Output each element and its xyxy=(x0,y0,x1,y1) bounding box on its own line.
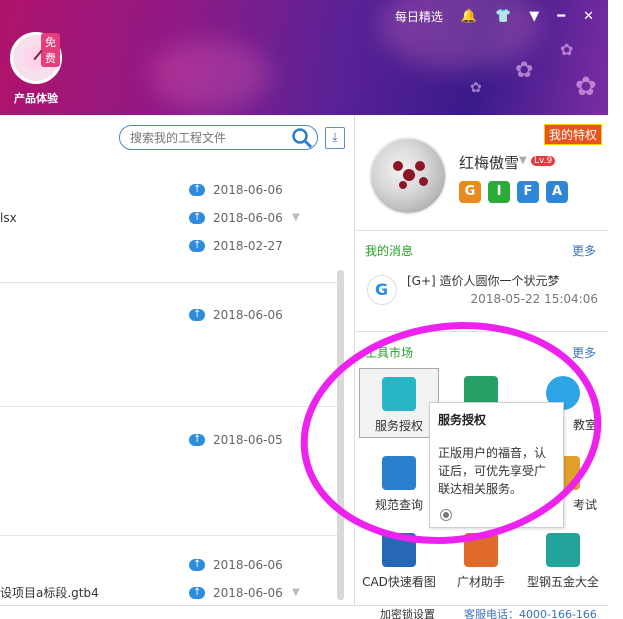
file-name: 建设项目a标段.gtb4 xyxy=(0,586,99,600)
file-date: 2018-06-06 xyxy=(213,183,283,197)
message-time: 2018-05-22 15:04:06 xyxy=(470,292,598,306)
file-row[interactable]: lsx 2018-06-06 ▼ xyxy=(0,206,330,230)
badge-i-icon[interactable]: I xyxy=(488,181,510,203)
messages-more-link[interactable]: 更多 xyxy=(572,242,596,259)
menu-down-icon[interactable]: ▼ xyxy=(529,9,539,24)
minimize-icon[interactable]: ━ xyxy=(557,9,565,24)
file-date: 2018-02-27 xyxy=(213,239,283,253)
cloud-upload-icon[interactable] xyxy=(189,206,205,230)
download-icon[interactable]: ⤓ xyxy=(325,127,345,149)
level-badge: Lv.9 xyxy=(531,156,556,166)
chevron-down-icon[interactable]: ▼ xyxy=(519,155,527,166)
divider xyxy=(0,282,340,283)
file-date: 2018-06-06 xyxy=(213,211,283,225)
steel-icon xyxy=(546,533,580,567)
badge-f-icon[interactable]: F xyxy=(517,181,539,203)
decor-flower-icon: ✿ xyxy=(575,72,597,102)
file-row[interactable]: 2018-06-06 xyxy=(0,553,330,577)
file-date: 2018-06-06 xyxy=(213,586,283,600)
file-row[interactable]: 2018-06-06 xyxy=(0,178,330,202)
chevron-down-icon[interactable]: ▼ xyxy=(292,581,300,605)
window-edge xyxy=(608,0,623,619)
header-banner: ✿ ✿ ✿ ✿ 每日精选 🔔 👕 ▼ ━ ✕ 免费 产品体验 xyxy=(0,0,608,115)
search-box xyxy=(119,125,318,150)
badge-list: G I F A xyxy=(459,181,568,203)
shirt-icon[interactable]: 👕 xyxy=(495,9,511,24)
tool-label: 型钢五金大全 xyxy=(526,575,599,589)
privilege-badge[interactable]: 我的特权 xyxy=(543,124,602,145)
tool-steel-hardware[interactable]: 型钢五金大全 xyxy=(523,525,603,595)
service-phone: 客服电话：4000-166-166 xyxy=(464,608,597,619)
file-row[interactable]: 2018-02-27 xyxy=(0,234,330,258)
divider xyxy=(0,535,340,536)
tool-label: 广材助手 xyxy=(456,575,505,589)
cloud-upload-icon[interactable] xyxy=(189,553,205,577)
free-badge: 免费 xyxy=(41,33,60,67)
top-toolbar: 每日精选 🔔 👕 ▼ ━ ✕ xyxy=(395,8,594,25)
decor-flower-icon: ✿ xyxy=(470,80,482,96)
file-date: 2018-06-06 xyxy=(213,558,283,572)
cloud-upload-icon[interactable] xyxy=(189,303,205,327)
divider xyxy=(355,230,609,231)
app-window: ✿ ✿ ✿ ✿ 每日精选 🔔 👕 ▼ ━ ✕ 免费 产品体验 ⤓ xyxy=(0,0,623,619)
search-icon[interactable] xyxy=(291,127,313,149)
file-row[interactable]: 2018-06-05 xyxy=(0,428,330,452)
file-name: lsx xyxy=(0,211,17,225)
cloud-upload-icon[interactable] xyxy=(189,581,205,605)
product-trial-label: 产品体验 xyxy=(14,92,58,105)
file-date: 2018-06-06 xyxy=(213,308,283,322)
close-icon[interactable]: ✕ xyxy=(583,9,594,24)
file-row[interactable]: 2018-06-06 xyxy=(0,303,330,327)
cloud-upload-icon[interactable] xyxy=(189,178,205,202)
status-bar: 加密锁设置 客服电话：4000-166-166 xyxy=(0,605,608,619)
avatar[interactable] xyxy=(369,137,447,215)
file-panel: ⤓ 2018-06-06 lsx 2018-06-06 ▼ 2018-02-27… xyxy=(0,115,353,605)
clock-icon: 免费 xyxy=(10,32,62,84)
cloud-upload-icon[interactable] xyxy=(189,428,205,452)
divider xyxy=(0,406,340,407)
badge-g-icon[interactable]: G xyxy=(459,181,481,203)
product-trial[interactable]: 免费 产品体验 xyxy=(8,32,64,106)
chevron-down-icon[interactable]: ▼ xyxy=(292,206,300,230)
decor-flower-icon: ✿ xyxy=(515,58,534,83)
badge-a-icon[interactable]: A xyxy=(546,181,568,203)
tools-more-link[interactable]: 更多 xyxy=(572,344,596,361)
glodon-g-icon xyxy=(367,275,397,305)
cloud-upload-icon[interactable] xyxy=(189,234,205,258)
file-row[interactable]: 建设项目a标段.gtb4 2018-06-06 ▼ xyxy=(0,581,330,605)
encrypt-lock-settings-link[interactable]: 加密锁设置 xyxy=(380,606,435,619)
search-input[interactable] xyxy=(120,126,285,149)
username: 红梅傲雪 xyxy=(459,154,520,172)
bell-icon[interactable]: 🔔 xyxy=(461,9,477,24)
file-date: 2018-06-05 xyxy=(213,433,283,447)
decor-flower-icon: ✿ xyxy=(560,40,574,59)
tool-label: CAD快速看图 xyxy=(362,575,436,589)
messages-title: 我的消息 xyxy=(365,244,414,258)
daily-pick-link[interactable]: 每日精选 xyxy=(395,8,443,25)
message-text[interactable]: [G+] 造价人圆你一个状元梦 xyxy=(407,272,560,289)
